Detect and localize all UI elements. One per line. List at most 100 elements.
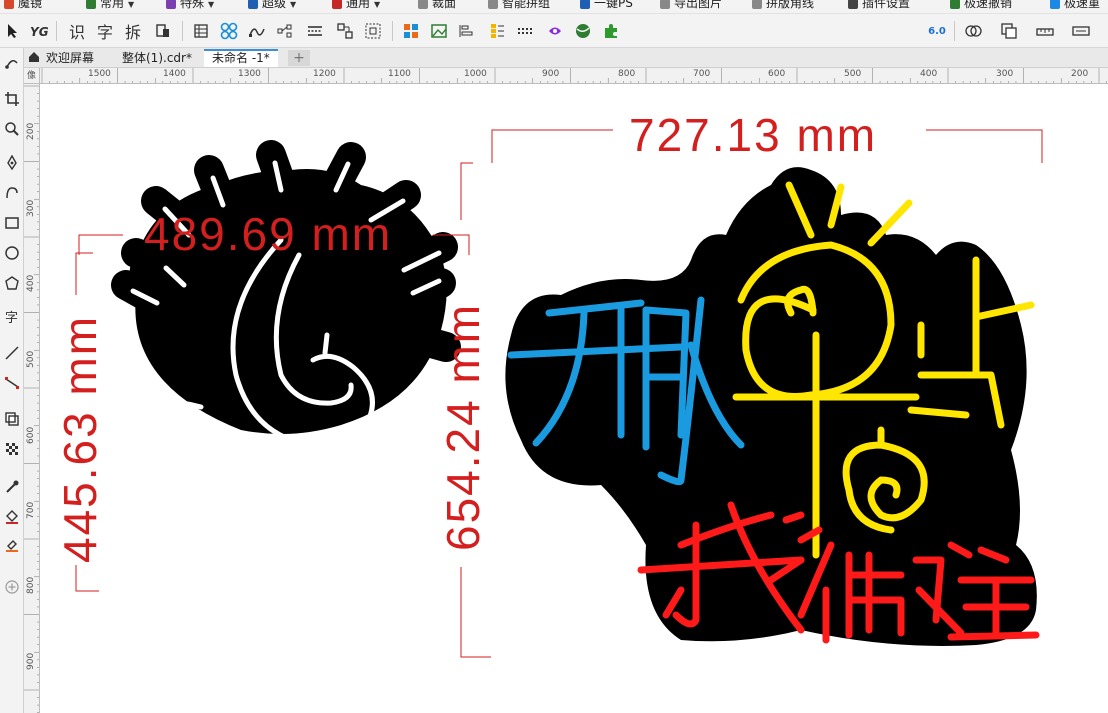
toolbar-divider (182, 21, 183, 41)
shadow-icon[interactable] (1, 408, 23, 430)
undo-icon (950, 0, 960, 9)
text-tool-icon[interactable]: 字 (1, 306, 23, 328)
connector-icon[interactable] (1, 372, 23, 394)
menu-item-common[interactable]: 常用 ▼ (86, 0, 134, 12)
top-menu-strip: 魔镜 常用 ▼ 特殊 ▼ 超级 ▼ 通用 ▼ 裁面 智能拼组 一键PS 导出图片 拼版角… (0, 0, 1108, 14)
menu-item-plugin-settings[interactable]: 插件设置 (848, 0, 910, 12)
split-button[interactable]: 拆 (122, 20, 144, 42)
menu-item-magic[interactable]: 魔镜 (4, 0, 42, 12)
drawing-canvas[interactable]: 489.69 mm 445.63 mm 727.13 mm 654.24 mm (41, 85, 1108, 713)
toolbar-divider (56, 21, 57, 41)
menu-item-crop[interactable]: 裁面 (418, 0, 456, 12)
artwork[interactable]: 489.69 mm 445.63 mm 727.13 mm 654.24 mm (41, 85, 1108, 713)
ellipse-icon[interactable] (1, 242, 23, 264)
horizontal-ruler[interactable]: 1500 1400 1300 1200 1100 1000 900 800 70… (40, 68, 1108, 84)
gear-icon (848, 0, 858, 9)
ruler-label: 800 (26, 576, 36, 594)
ruler-measure-icon[interactable] (1034, 20, 1056, 42)
ruler-label: 1500 (88, 69, 111, 79)
tab-document-1[interactable]: 整体(1).cdr* (114, 49, 200, 67)
color-blocks-icon[interactable] (400, 20, 422, 42)
blend-icon[interactable] (544, 20, 566, 42)
arrange-icon[interactable] (334, 20, 356, 42)
left-height-dimension[interactable]: 445.63 mm (54, 252, 106, 592)
ruler-label: 1300 (238, 69, 261, 79)
right-logo-body[interactable] (505, 167, 1037, 646)
svg-text:YG: YG (30, 25, 49, 38)
smart-fill-icon[interactable] (1, 534, 23, 556)
ocr-button[interactable]: 识 (66, 20, 88, 42)
select-area-icon[interactable] (362, 20, 384, 42)
ruler-label: 500 (26, 350, 36, 368)
menu-item-smart-group[interactable]: 智能拼组 (488, 0, 550, 12)
list-icon[interactable] (486, 20, 508, 42)
menu-item-super[interactable]: 超级 ▼ (248, 0, 296, 12)
right-logo[interactable] (505, 167, 1040, 646)
shapes-icon[interactable] (962, 20, 984, 42)
pick-tool-icon[interactable] (2, 20, 24, 42)
freehand-pick-icon[interactable] (1, 52, 23, 74)
brush-icon (166, 0, 176, 9)
dimension-line (491, 129, 613, 163)
globe-icon[interactable] (572, 20, 594, 42)
vertical-ruler[interactable]: 200 300 400 500 600 700 800 900 (24, 84, 40, 713)
dimension-line (75, 565, 99, 592)
ruler-label: 600 (26, 426, 36, 444)
path-icon[interactable] (246, 20, 268, 42)
ruler-label: 600 (768, 69, 786, 79)
zoom-icon[interactable] (1, 118, 23, 140)
crop-icon[interactable] (1, 88, 23, 110)
menu-item-special[interactable]: 特殊 ▼ (166, 0, 214, 12)
dimension-label: 727.13 mm (629, 109, 877, 161)
document-tabs: 欢迎屏幕 整体(1).cdr* 未命名 -1* + (24, 48, 1108, 68)
brush-icon (86, 0, 96, 9)
ruler-label: 800 (618, 69, 636, 79)
copy-icon[interactable] (998, 20, 1020, 42)
dimension-line (75, 252, 93, 295)
ruler-corner[interactable]: 像 (24, 68, 40, 84)
ruler-label: 300 (26, 199, 36, 217)
pattern-icon[interactable] (218, 20, 240, 42)
menu-item-fast-redo[interactable]: 极速重 (1050, 0, 1100, 12)
add-tool-icon[interactable] (1, 576, 23, 598)
menu-item-one-key-ps[interactable]: 一键PS (580, 0, 633, 12)
rectangle-icon[interactable] (1, 212, 23, 234)
dimension-label: 445.63 mm (54, 315, 106, 563)
menu-item-export-image[interactable]: 导出图片 (660, 0, 722, 12)
puzzle-icon[interactable] (600, 20, 622, 42)
fill-bucket-icon[interactable] (1, 506, 23, 528)
ruler-label: 900 (542, 69, 560, 79)
magic-icon (4, 0, 14, 9)
lines-icon[interactable] (304, 20, 326, 42)
keyboard-icon[interactable] (1070, 20, 1092, 42)
menu-item-fast-undo[interactable]: 极速撤销 (950, 0, 1012, 12)
eyedropper-icon[interactable] (1, 476, 23, 498)
right-width-dimension[interactable]: 727.13 mm (491, 109, 1043, 163)
nodes-icon[interactable] (274, 20, 296, 42)
tab-untitled-1[interactable]: 未命名 -1* (204, 49, 278, 67)
ruler-label: 900 (26, 652, 36, 670)
svg-text:字: 字 (5, 311, 18, 325)
yg-logo-icon[interactable]: YG (28, 20, 50, 42)
tab-welcome[interactable]: 欢迎屏幕 (24, 49, 102, 67)
menu-item-general[interactable]: 通用 ▼ (332, 0, 380, 12)
image-frame-icon[interactable] (428, 20, 450, 42)
char-button[interactable]: 字 (94, 20, 116, 42)
dimension-label: 654.24 mm (437, 303, 489, 551)
pen-icon[interactable] (1, 152, 23, 174)
menu-item-crop-marks[interactable]: 拼版角线 (752, 0, 814, 12)
grid-dots-icon[interactable] (514, 20, 536, 42)
align-icon[interactable] (456, 20, 478, 42)
group-icon (488, 0, 498, 9)
add-tab-button[interactable]: + (288, 50, 310, 66)
transparency-icon[interactable] (1, 438, 23, 460)
document-icon[interactable] (152, 20, 174, 42)
chevron-down-icon: ▼ (208, 0, 215, 9)
ruler-label: 200 (26, 122, 36, 140)
version-badge[interactable]: 6.0 (924, 20, 950, 42)
table-icon[interactable] (190, 20, 212, 42)
line-tool-icon[interactable] (1, 342, 23, 364)
dimension-line (460, 567, 491, 658)
curve-icon[interactable] (1, 182, 23, 204)
polygon-icon[interactable] (1, 272, 23, 294)
